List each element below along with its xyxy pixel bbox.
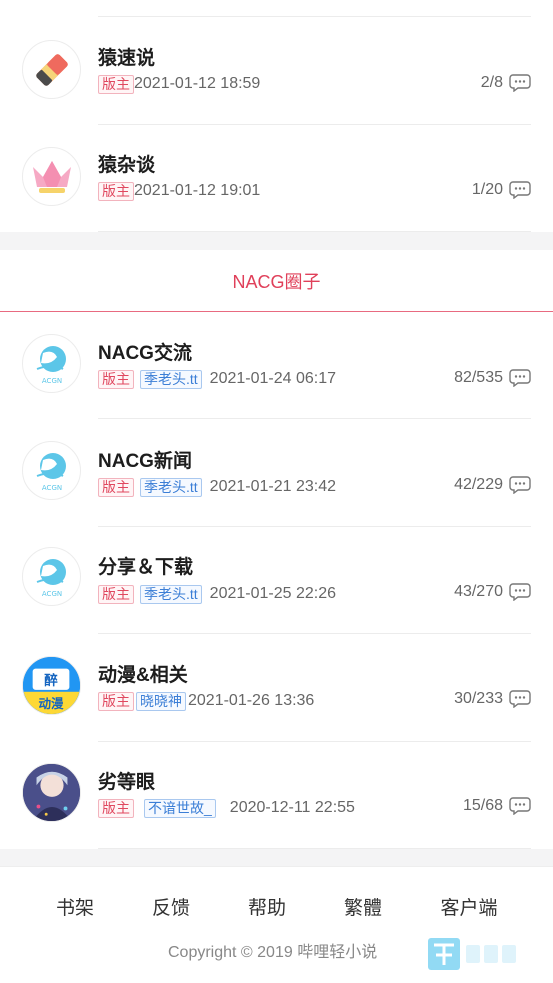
moderator-tag: 版主 <box>98 74 134 94</box>
section-title-nacg[interactable]: NACG圈子 <box>0 250 553 312</box>
moderator-name-link[interactable]: 季老头.tt <box>140 477 202 497</box>
forum-row-anime[interactable]: 醉 动漫 动漫&相关 版主 晓晓神 2021-01-26 13:36 30/23… <box>0 634 553 741</box>
row-divider <box>98 231 531 232</box>
last-post-time: 2021-01-12 19:01 <box>134 182 261 199</box>
forum-meta: 版主 季老头.tt 2021-01-25 22:26 <box>98 584 336 604</box>
last-post-time: 2021-01-12 18:59 <box>134 75 261 92</box>
post-count: 1/20 <box>472 180 531 200</box>
post-count-value: 1/20 <box>471 181 503 198</box>
footer-link-feedback[interactable]: 反馈 <box>152 893 190 920</box>
svg-text:ACGN: ACGN <box>41 377 61 385</box>
forum-row-yuanzatan[interactable]: 猿杂谈 版主 2021-01-12 19:01 1/20 <box>0 124 553 231</box>
comment-icon <box>509 583 531 601</box>
forum-row-nacg-chat[interactable]: ACGN NACG交流 版主 季老头.tt 2021-01-24 06:17 8… <box>0 312 553 419</box>
acgn-logo-icon: ACGN <box>36 345 66 385</box>
forum-title[interactable]: 动漫&相关 <box>98 660 188 687</box>
post-count-value: 15/68 <box>462 797 503 814</box>
forum-title[interactable]: 猿杂谈 <box>98 150 155 177</box>
row-divider <box>98 848 531 849</box>
forum-meta: 版主 不谙世故_ 2020-12-11 22:55 <box>98 798 355 818</box>
comment-icon <box>509 476 531 494</box>
acgn-logo-icon: ACGN <box>36 452 66 492</box>
forum-avatar: 醉 动漫 <box>22 656 81 715</box>
pencil-eraser-icon <box>35 53 68 86</box>
forum-meta: 版主 2021-01-12 19:01 <box>98 181 260 201</box>
forum-avatar: ACGN <box>22 334 81 393</box>
moderator-name-link[interactable]: 季老头.tt <box>140 584 202 604</box>
forum-avatar <box>22 763 81 822</box>
svg-text:ACGN: ACGN <box>41 590 61 598</box>
moderator-tag: 版主 <box>98 584 134 604</box>
comment-icon <box>509 74 531 92</box>
footer-link-traditional[interactable]: 繁體 <box>344 893 382 920</box>
last-post-time: 2021-01-21 23:42 <box>209 478 336 495</box>
forum-avatar: ACGN <box>22 441 81 500</box>
forum-title[interactable]: 劣等眼 <box>98 767 155 794</box>
acgn-logo-icon: ACGN <box>36 558 66 598</box>
moderator-tag: 版主 <box>98 798 134 818</box>
footer-link-client[interactable]: 客户端 <box>440 893 497 920</box>
moderator-tag: 版主 <box>98 477 134 497</box>
post-count: 15/68 <box>463 796 531 816</box>
forum-row-nacg-news[interactable]: ACGN NACG新闻 版主 季老头.tt 2021-01-21 23:42 4… <box>0 419 553 526</box>
forum-avatar: ACGN <box>22 547 81 606</box>
forum-list-top: 猿速说 版主 2021-01-12 18:59 2/8 猿杂谈 版主 2021-… <box>0 0 553 232</box>
forum-title[interactable]: 分享＆下载 <box>98 552 193 579</box>
forum-row-yuansushuo[interactable]: 猿速说 版主 2021-01-12 18:59 2/8 <box>0 17 553 124</box>
moderator-name-link[interactable]: 不谙世故_ <box>144 798 216 818</box>
post-count-value: 30/233 <box>454 690 503 707</box>
post-count: 82/535 <box>454 368 531 388</box>
forum-title[interactable]: NACG交流 <box>98 338 192 365</box>
last-post-time: 2021-01-24 06:17 <box>209 370 336 387</box>
comment-icon <box>509 690 531 708</box>
forum-title[interactable]: NACG新闻 <box>98 446 192 473</box>
moderator-tag: 版主 <box>98 691 134 711</box>
last-post-time: 2021-01-26 13:36 <box>188 692 315 709</box>
post-count: 43/270 <box>454 582 531 602</box>
comment-icon <box>509 369 531 387</box>
forum-meta: 版主 季老头.tt 2021-01-24 06:17 <box>98 369 336 389</box>
forum-avatar <box>22 147 81 206</box>
forum-meta: 版主 晓晓神 2021-01-26 13:36 <box>98 691 314 711</box>
moderator-tag: 版主 <box>98 369 134 389</box>
post-count-value: 42/229 <box>454 476 503 493</box>
anime-avatar-icon: 醉 动漫 <box>23 657 80 714</box>
post-count: 2/8 <box>481 73 531 93</box>
forum-row-share-download[interactable]: ACGN 分享＆下载 版主 季老头.tt 2021-01-25 22:26 43… <box>0 527 553 634</box>
forum-title[interactable]: 猿速说 <box>98 43 155 70</box>
footer-link-bookshelf[interactable]: 书架 <box>56 893 94 920</box>
moderator-name-link[interactable]: 晓晓神 <box>136 691 186 711</box>
last-post-time: 2020-12-11 22:55 <box>229 799 355 816</box>
forum-row-liedengyan[interactable]: 劣等眼 版主 不谙世故_ 2020-12-11 22:55 15/68 <box>0 742 553 849</box>
copyright-text: Copyright © 2019 哔哩轻小说 <box>168 944 378 961</box>
crown-icon <box>32 160 71 193</box>
post-count-value: 43/270 <box>454 583 503 600</box>
comment-icon <box>509 181 531 199</box>
site-logo-icon <box>428 938 516 970</box>
forum-list-nacg: ACGN NACG交流 版主 季老头.tt 2021-01-24 06:17 8… <box>0 312 553 849</box>
last-post-time: 2021-01-25 22:26 <box>209 585 336 602</box>
comment-icon <box>509 797 531 815</box>
forum-avatar <box>22 40 81 99</box>
post-count-value: 82/535 <box>454 369 503 386</box>
post-count: 30/233 <box>454 689 531 709</box>
post-count: 42/229 <box>454 475 531 495</box>
forum-meta: 版主 季老头.tt 2021-01-21 23:42 <box>98 477 336 497</box>
svg-text:ACGN: ACGN <box>41 484 61 492</box>
footer-link-help[interactable]: 帮助 <box>248 893 286 920</box>
svg-text:动漫: 动漫 <box>38 696 64 711</box>
character-avatar-icon <box>23 764 80 821</box>
svg-text:醉: 醉 <box>44 672 58 689</box>
moderator-tag: 版主 <box>98 181 134 201</box>
post-count-value: 2/8 <box>480 74 503 91</box>
site-logo[interactable] <box>428 935 526 973</box>
forum-meta: 版主 2021-01-12 18:59 <box>98 74 260 94</box>
moderator-name-link[interactable]: 季老头.tt <box>140 369 202 389</box>
